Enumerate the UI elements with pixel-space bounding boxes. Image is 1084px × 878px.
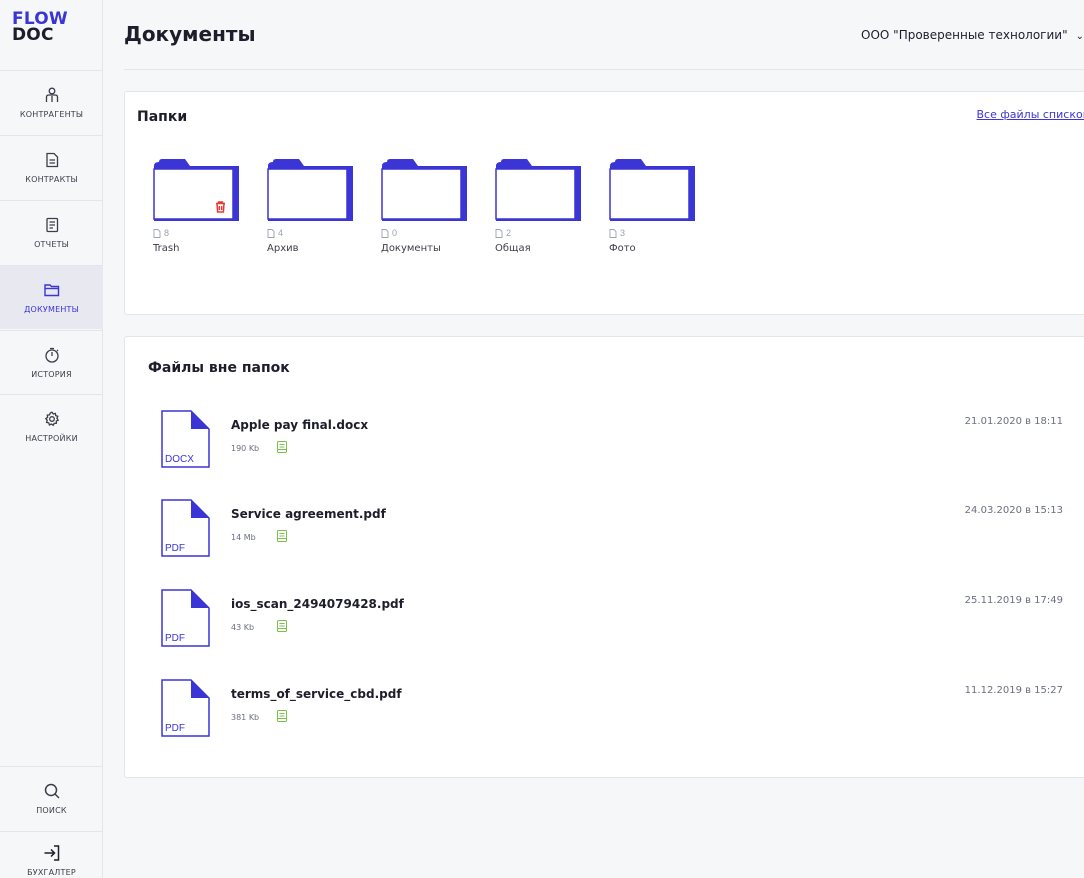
sidebar-item-contractors[interactable]: КОНТРАГЕНТЫ	[0, 70, 103, 134]
sidebar-item-settings[interactable]: НАСТРОЙКИ	[0, 394, 103, 458]
file-name: terms_of_service_cbd.pdf	[231, 687, 402, 701]
file-row[interactable]: DOCX Apple pay final.docx 190 Kb 21.01.2…	[161, 410, 1081, 480]
folders-card: Папки Все файлы списком 8 Trash 4 Архив …	[124, 91, 1084, 315]
sidebar-item-reports[interactable]: ОТЧЕТЫ	[0, 200, 103, 264]
logo-line2: DOC	[12, 25, 54, 45]
sidebar-item-label: ДОКУМЕНТЫ	[24, 305, 79, 314]
search-icon	[43, 782, 61, 800]
file-icon	[267, 228, 275, 238]
file-date: 21.01.2020 в 18:11	[964, 416, 1063, 427]
files-title: Файлы вне папок	[148, 360, 290, 376]
sidebar-item-label: НАСТРОЙКИ	[25, 434, 78, 443]
stopwatch-icon	[43, 346, 61, 364]
file-size: 14 Mb	[231, 533, 256, 542]
report-icon	[43, 216, 61, 234]
folder-item[interactable]: 0 Документы	[381, 158, 471, 254]
folder-count-value: 3	[620, 228, 626, 238]
file-icon	[495, 228, 503, 238]
folder-file-count: 4	[267, 228, 357, 238]
gear-icon	[43, 410, 61, 428]
logo[interactable]: FLOW DOC	[12, 11, 68, 45]
sidebar-item-contracts[interactable]: КОНТРАКТЫ	[0, 135, 103, 199]
folder-file-count: 2	[495, 228, 585, 238]
folder-icon	[43, 281, 61, 299]
signature-icon	[277, 710, 287, 722]
folder-name: Архив	[267, 243, 299, 254]
contract-icon	[43, 151, 61, 169]
folder-name: Trash	[153, 243, 180, 254]
file-row[interactable]: PDF Service agreement.pdf 14 Mb 24.03.20…	[161, 499, 1081, 569]
file-name: ios_scan_2494079428.pdf	[231, 597, 404, 611]
folder-icon	[381, 159, 467, 221]
file-row[interactable]: PDF terms_of_service_cbd.pdf 381 Kb 11.1…	[161, 679, 1081, 749]
signature-icon	[277, 530, 287, 542]
folder-name: Общая	[495, 243, 531, 254]
file-type-label: DOCX	[165, 454, 194, 465]
file-size: 190 Kb	[231, 444, 260, 453]
organization-select[interactable]: ООО "Проверенные технологии" ⌄	[861, 28, 1084, 42]
file-size: 43 Kb	[231, 623, 255, 632]
folder-item[interactable]: 8 Trash	[153, 158, 243, 254]
folder-file-count: 8	[153, 228, 243, 238]
page-title: Документы	[124, 22, 256, 46]
file-type-label: PDF	[165, 543, 185, 554]
folder-item[interactable]: 2 Общая	[495, 158, 585, 254]
file-name: Service agreement.pdf	[231, 507, 386, 521]
organization-name: ООО "Проверенные технологии"	[861, 28, 1068, 42]
header: Документы ООО "Проверенные технологии" ⌄	[124, 0, 1084, 70]
sidebar-item-label: ИСТОРИЯ	[31, 370, 72, 379]
file-date: 25.11.2019 в 17:49	[964, 595, 1063, 606]
folder-count-value: 8	[164, 228, 170, 238]
sidebar-item-accountant[interactable]: БУХГАЛТЕР	[0, 831, 103, 878]
signature-icon	[277, 441, 287, 453]
file-name: Apple pay final.docx	[231, 418, 369, 432]
folder-name: Фото	[609, 243, 636, 254]
sidebar-item-label: КОНТРАГЕНТЫ	[19, 110, 84, 119]
folder-count-value: 4	[278, 228, 284, 238]
folder-item[interactable]: 3 Фото	[609, 158, 699, 254]
folder-item[interactable]: 4 Архив	[267, 158, 357, 254]
folder-file-count: 0	[381, 228, 471, 238]
sidebar-item-history[interactable]: ИСТОРИЯ	[0, 330, 103, 394]
document-icon: DOCX	[161, 410, 210, 468]
file-icon	[381, 228, 389, 238]
sidebar: FLOW DOC КОНТРАГЕНТЫ КОНТРАКТЫ ОТЧЕТЫ ДО…	[0, 0, 103, 878]
sidebar-item-label: ОТЧЕТЫ	[34, 240, 69, 249]
sidebar-item-label: КОНТРАКТЫ	[25, 175, 78, 184]
folder-file-count: 3	[609, 228, 699, 238]
sidebar-item-label: ПОИСК	[36, 806, 67, 815]
file-icon	[153, 228, 161, 238]
file-type-label: PDF	[165, 633, 185, 644]
document-icon: PDF	[161, 589, 210, 647]
file-date: 24.03.2020 в 15:13	[964, 505, 1063, 516]
file-size: 381 Kb	[231, 713, 260, 722]
sidebar-item-label: БУХГАЛТЕР	[27, 868, 76, 877]
folder-count-value: 2	[506, 228, 512, 238]
folder-icon	[267, 159, 353, 221]
all-files-list-link[interactable]: Все файлы списком	[977, 108, 1084, 121]
sidebar-item-search[interactable]: ПОИСК	[0, 766, 103, 830]
document-icon: PDF	[161, 679, 210, 737]
folder-icon	[153, 159, 239, 221]
folder-icon	[495, 159, 581, 221]
document-icon: PDF	[161, 499, 210, 557]
file-row[interactable]: PDF ios_scan_2494079428.pdf 43 Kb 25.11.…	[161, 589, 1081, 659]
sidebar-item-documents[interactable]: ДОКУМЕНТЫ	[0, 265, 103, 329]
user-icon	[43, 86, 61, 104]
files-card: Файлы вне папок DOCX Apple pay final.doc…	[124, 336, 1084, 778]
file-type-label: PDF	[165, 723, 185, 734]
logout-icon	[43, 844, 61, 862]
folder-count-value: 0	[392, 228, 398, 238]
folder-name: Документы	[381, 243, 441, 254]
signature-icon	[277, 620, 287, 632]
chevron-down-icon: ⌄	[1075, 31, 1084, 42]
folder-icon	[609, 159, 695, 221]
file-date: 11.12.2019 в 15:27	[964, 685, 1063, 696]
folders-title: Папки	[137, 109, 188, 125]
file-icon	[609, 228, 617, 238]
